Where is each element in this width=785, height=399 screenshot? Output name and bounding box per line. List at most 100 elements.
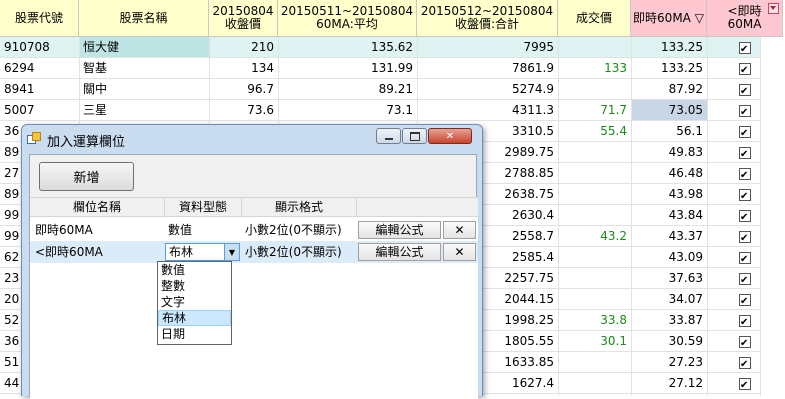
trade-price-cell[interactable]	[558, 79, 631, 99]
checkbox[interactable]	[739, 208, 751, 225]
checkbox[interactable]	[739, 271, 751, 288]
column-format-cell[interactable]: 小數2位(0不顯示)	[242, 219, 345, 241]
column-type-cell[interactable]: 數值	[165, 219, 195, 241]
trade-price-cell[interactable]: 30.1	[558, 331, 631, 351]
checkbox[interactable]	[739, 292, 751, 309]
checkbox[interactable]	[739, 145, 751, 162]
edit-formula-button[interactable]: 編輯公式	[358, 221, 441, 239]
below-ma60-cell[interactable]	[707, 352, 783, 372]
close-button[interactable]: ✕	[428, 128, 472, 144]
stock-code-cell[interactable]: 5007	[0, 100, 79, 120]
grid-header-stock-code[interactable]: 股票代號	[0, 0, 79, 37]
trade-price-cell[interactable]: 71.7	[558, 100, 631, 120]
stock-code-cell[interactable]: 6294	[0, 58, 79, 78]
grid-header-realtime-ma60[interactable]: 即時60MA ▽	[631, 0, 707, 37]
below-ma60-cell[interactable]	[707, 121, 783, 141]
stock-name-cell[interactable]: 三星	[79, 100, 209, 120]
type-option[interactable]: 日期	[158, 326, 231, 342]
below-ma60-cell[interactable]	[707, 247, 783, 267]
realtime-ma60-cell[interactable]: 56.1	[631, 121, 707, 141]
stock-code-cell[interactable]: 8941	[0, 79, 79, 99]
ma60-avg-cell[interactable]: 89.21	[278, 79, 417, 99]
below-ma60-cell[interactable]	[707, 58, 783, 78]
delete-row-button[interactable]: ✕	[443, 221, 476, 239]
realtime-ma60-cell[interactable]: 33.87	[631, 310, 707, 330]
stock-code-cell[interactable]: 910708	[0, 37, 79, 57]
checkbox[interactable]	[739, 250, 751, 267]
trade-price-cell[interactable]: 43.2	[558, 226, 631, 246]
trade-price-cell[interactable]	[558, 205, 631, 225]
realtime-ma60-cell[interactable]: 34.07	[631, 289, 707, 309]
realtime-ma60-cell[interactable]: 49.83	[631, 142, 707, 162]
table-row[interactable]: 8941 關中 96.7 89.21 5274.9 87.92	[0, 79, 760, 100]
checkbox[interactable]	[739, 229, 751, 246]
table-row[interactable]: 5007 三星 73.6 73.1 4311.3 71.7 73.05	[0, 100, 760, 121]
below-ma60-cell[interactable]	[707, 289, 783, 309]
checkbox[interactable]	[739, 313, 751, 330]
grid-header-close-price[interactable]: 20150804 收盤價	[209, 0, 278, 37]
checkbox[interactable]	[739, 355, 751, 372]
below-ma60-cell[interactable]	[707, 331, 783, 351]
type-option[interactable]: 文字	[158, 294, 231, 310]
checkbox[interactable]	[739, 334, 751, 351]
grid-header-below-ma60[interactable]: <即時 60MA	[707, 0, 783, 37]
grid-header-trade-price[interactable]: 成交價	[558, 0, 631, 37]
close-price-cell[interactable]: 96.7	[209, 79, 278, 99]
trade-price-cell[interactable]	[558, 289, 631, 309]
checkbox[interactable]	[739, 82, 751, 99]
below-ma60-cell[interactable]	[707, 100, 783, 120]
realtime-ma60-cell[interactable]: 133.25	[631, 58, 707, 78]
trade-price-cell[interactable]	[558, 268, 631, 288]
trade-price-cell[interactable]	[558, 247, 631, 267]
stock-name-cell[interactable]: 智基	[79, 58, 209, 78]
realtime-ma60-cell[interactable]: 43.98	[631, 184, 707, 204]
below-ma60-cell[interactable]	[707, 226, 783, 246]
type-option[interactable]: 數值	[158, 262, 231, 278]
grid-header-stock-name[interactable]: 股票名稱	[79, 0, 209, 37]
close-price-cell[interactable]: 73.6	[209, 100, 278, 120]
minimize-button[interactable]	[376, 128, 401, 144]
table-row[interactable]: 910708 恒大健 210 135.62 7995 133.25	[0, 37, 760, 58]
checkbox[interactable]	[739, 166, 751, 183]
edit-formula-button[interactable]: 編輯公式	[358, 243, 441, 261]
ma60-avg-cell[interactable]: 131.99	[278, 58, 417, 78]
below-ma60-cell[interactable]	[707, 205, 783, 225]
below-ma60-cell[interactable]	[707, 142, 783, 162]
below-ma60-cell[interactable]	[707, 310, 783, 330]
realtime-ma60-cell[interactable]: 87.92	[631, 79, 707, 99]
realtime-ma60-cell[interactable]: 133.25	[631, 37, 707, 57]
close-price-cell[interactable]: 210	[209, 37, 278, 57]
trade-price-cell[interactable]	[558, 373, 631, 393]
column-name-cell[interactable]: <即時60MA	[32, 241, 106, 263]
realtime-ma60-cell[interactable]: 27.12	[631, 373, 707, 393]
checkbox[interactable]	[739, 40, 751, 57]
computed-column-row[interactable]: 即時60MA 數值 小數2位(0不顯示) 編輯公式 ✕	[30, 219, 478, 241]
checkbox[interactable]	[739, 187, 751, 204]
dialog-titlebar[interactable]: 加入運算欄位 ✕	[22, 125, 482, 153]
close-sum-cell[interactable]: 7995	[417, 37, 558, 57]
column-format-cell[interactable]: 小數2位(0不顯示)	[242, 241, 345, 263]
close-sum-cell[interactable]: 4311.3	[417, 100, 558, 120]
ma60-avg-cell[interactable]: 135.62	[278, 37, 417, 57]
trade-price-cell[interactable]	[558, 37, 631, 57]
trade-price-cell[interactable]	[558, 352, 631, 372]
realtime-ma60-cell[interactable]: 43.09	[631, 247, 707, 267]
below-ma60-cell[interactable]	[707, 163, 783, 183]
trade-price-cell[interactable]: 133	[558, 58, 631, 78]
grid-header-ma60-avg[interactable]: 20150511~20150804 60MA:平均	[278, 0, 417, 37]
trade-price-cell[interactable]: 55.4	[558, 121, 631, 141]
realtime-ma60-cell[interactable]: 27.23	[631, 352, 707, 372]
grid-header-close-sum[interactable]: 20150512~20150804 收盤價:合計	[417, 0, 558, 37]
below-ma60-cell[interactable]	[707, 268, 783, 288]
checkbox[interactable]	[739, 61, 751, 78]
filter-icon[interactable]	[768, 3, 779, 14]
trade-price-cell[interactable]	[558, 163, 631, 183]
ma60-avg-cell[interactable]: 73.1	[278, 100, 417, 120]
below-ma60-cell[interactable]	[707, 79, 783, 99]
type-combobox[interactable]: 布林 ▼	[165, 243, 240, 261]
stock-name-cell[interactable]: 關中	[79, 79, 209, 99]
realtime-ma60-cell[interactable]: 43.37	[631, 226, 707, 246]
below-ma60-cell[interactable]	[707, 37, 783, 57]
trade-price-cell[interactable]	[558, 184, 631, 204]
column-name-cell[interactable]: 即時60MA	[32, 219, 96, 241]
